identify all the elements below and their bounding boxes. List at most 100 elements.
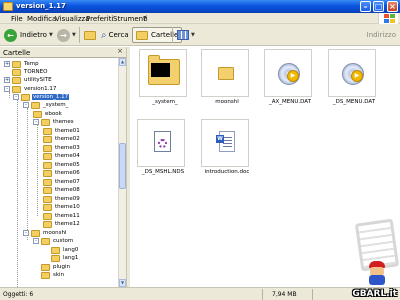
file-item[interactable]: ▶ _AX_MENU.DAT	[259, 47, 325, 113]
folder-icon	[12, 76, 21, 84]
folder-icon	[33, 110, 42, 118]
tree-item[interactable]: theme09	[43, 195, 81, 203]
folder-icon	[43, 212, 52, 220]
tree-item[interactable]: ebook	[33, 110, 63, 118]
up-folder-button[interactable]	[84, 27, 96, 43]
folder-icon	[41, 118, 50, 126]
tree-item[interactable]: lang1	[51, 254, 79, 262]
search-button[interactable]: ⌕ Cerca	[101, 27, 129, 43]
tree-item-selected[interactable]: - version_1.17	[13, 93, 70, 101]
minimize-button[interactable]: –	[360, 1, 371, 12]
forward-button[interactable]: → ▼	[57, 27, 76, 43]
status-bar: Oggetti: 6 7,94 MB GBARL.it	[0, 287, 400, 300]
expand-toggle[interactable]: +	[4, 77, 10, 83]
tree-item[interactable]: lang0	[51, 246, 79, 254]
tree-item[interactable]: theme11	[43, 212, 81, 220]
folder-window-icon	[3, 2, 13, 11]
tree-item[interactable]: - _system_	[23, 101, 69, 109]
expand-toggle[interactable]: -	[33, 238, 39, 244]
folder-icon	[41, 237, 50, 245]
tree-scrollbar[interactable]: ▲ ▼	[118, 58, 126, 287]
file-item[interactable]: ▶ _DS_MENU.DAT	[323, 47, 389, 113]
file-item[interactable]: W introduction.doc	[196, 117, 262, 183]
tree-item[interactable]: plugin	[41, 263, 71, 271]
folders-button[interactable]: Cartelle	[132, 27, 183, 43]
folder-with-thumbnail-icon	[148, 55, 180, 85]
folder-icon	[43, 135, 52, 143]
tree-item[interactable]: theme10	[43, 203, 81, 211]
expand-toggle[interactable]: -	[4, 86, 10, 92]
file-name: _DS_MSHL.NDS	[141, 169, 185, 175]
tree-item-label: lang1	[63, 255, 79, 261]
file-item[interactable]: _DS_MSHL.NDS	[132, 117, 198, 183]
expand-toggle[interactable]: -	[33, 119, 39, 125]
menu-visualizza[interactable]: Visualizza	[55, 15, 89, 23]
toolbar: ← Indietro ▼ → ▼ ⌕ Cerca Cartelle ▼ Indi…	[0, 24, 400, 46]
folder-icon	[43, 161, 52, 169]
scroll-up-icon[interactable]: ▲	[119, 58, 126, 66]
tree-item-label: theme11	[55, 213, 80, 219]
expand-toggle[interactable]: -	[23, 230, 29, 236]
tree-item[interactable]: theme05	[43, 161, 81, 169]
tree-item-label: theme08	[55, 187, 80, 193]
back-button[interactable]: ← Indietro ▼	[4, 27, 53, 43]
expand-toggle[interactable]: -	[13, 94, 19, 100]
tree-item-label: Temp	[24, 61, 39, 67]
menu-modifica[interactable]: Modifica	[27, 15, 56, 23]
tree-item[interactable]: - themes	[33, 118, 75, 126]
folder-icon	[12, 68, 21, 76]
search-label: Cerca	[108, 31, 129, 39]
close-icon[interactable]: ×	[116, 48, 124, 56]
thumbnail-frame: ▶	[328, 49, 376, 97]
title-bar[interactable]: version_1.17 – □ ×	[0, 0, 400, 13]
folder-icon	[51, 254, 60, 262]
folder-icon	[218, 67, 234, 80]
scroll-thumb[interactable]	[119, 143, 126, 189]
file-name: _DS_MENU.DAT	[332, 99, 376, 105]
menu-help[interactable]: ?	[143, 15, 147, 23]
maximize-button[interactable]: □	[373, 1, 384, 12]
tree-item[interactable]: theme08	[43, 186, 81, 194]
tree-item[interactable]: theme01	[43, 127, 81, 135]
tree-item[interactable]: theme04	[43, 152, 81, 160]
folder-icon	[43, 186, 52, 194]
tree-item[interactable]: - version1.17	[4, 85, 57, 93]
up-folder-icon	[84, 30, 96, 40]
windows-logo-icon	[378, 13, 398, 24]
tree-item[interactable]: - moonshl	[23, 229, 67, 237]
folder-icon	[12, 85, 21, 93]
tree-item[interactable]: + Temp	[4, 60, 40, 68]
tree-item[interactable]: TORNEO	[4, 68, 48, 76]
chevron-down-icon: ▼	[72, 32, 76, 38]
tree-item[interactable]: theme12	[43, 220, 81, 228]
tree-item[interactable]: theme02	[43, 135, 81, 143]
scroll-down-icon[interactable]: ▼	[119, 279, 126, 287]
views-button[interactable]: ▼	[177, 27, 195, 43]
tree-item[interactable]: - custom	[33, 237, 74, 245]
tree-item-label: TORNEO	[24, 69, 48, 75]
file-item[interactable]: _system_	[134, 47, 200, 113]
tree-item[interactable]: theme03	[43, 144, 81, 152]
tree-item[interactable]: theme06	[43, 169, 81, 177]
expand-toggle[interactable]: -	[23, 102, 29, 108]
tree-item-label: theme02	[55, 136, 80, 142]
folder-tree: + Temp TORNEO + utilitySITE - version1.1…	[0, 58, 118, 287]
tree-item-label: lang0	[63, 247, 79, 253]
expand-toggle[interactable]: +	[4, 61, 10, 67]
status-divider	[312, 289, 313, 300]
close-button[interactable]: ×	[387, 1, 398, 12]
folders-pane-title: Cartelle	[3, 49, 31, 57]
tree-item[interactable]: + utilitySITE	[4, 76, 53, 84]
folder-icon	[43, 127, 52, 135]
menu-file[interactable]: File	[11, 15, 23, 23]
nds-file-icon	[154, 131, 171, 152]
tree-item-label: theme12	[55, 221, 80, 227]
file-name: _AX_MENU.DAT	[269, 99, 311, 105]
tree-item[interactable]: skin	[41, 271, 65, 279]
file-item[interactable]: moonshl	[196, 47, 262, 113]
menu-preferiti[interactable]: Preferiti	[86, 15, 113, 23]
folder-icon	[31, 101, 40, 109]
thumbnail-frame	[137, 119, 185, 167]
address-label[interactable]: Indirizzo	[367, 31, 396, 39]
tree-item[interactable]: theme07	[43, 178, 81, 186]
